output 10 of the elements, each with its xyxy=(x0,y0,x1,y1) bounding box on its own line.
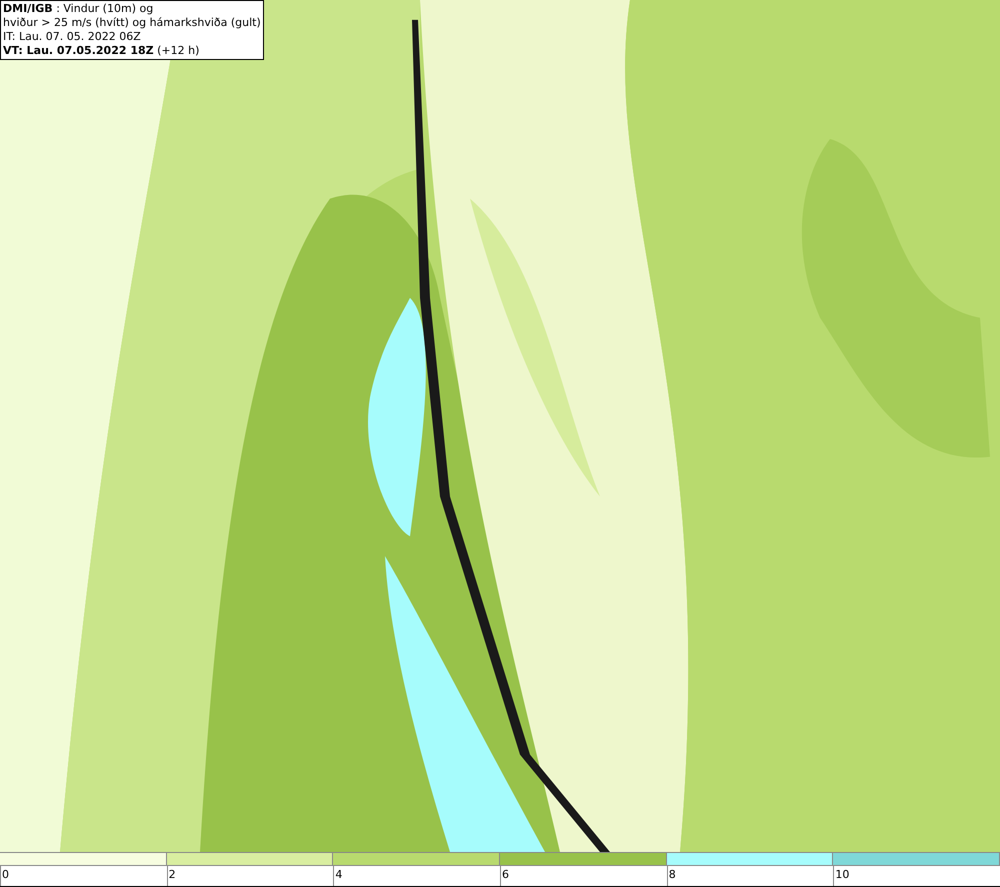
legend-label: 2 xyxy=(168,868,177,882)
info-text: hviður > 25 m/s (hvítt) og hámarkshviða (gult) xyxy=(3,16,261,30)
info-text: DMI/IGB : Vindur (10m) og xyxy=(3,2,154,16)
legend-label: 6 xyxy=(502,868,510,882)
legend-label: 8 xyxy=(668,868,677,882)
legend-label: 0 xyxy=(2,868,10,882)
info-text: IT: Lau. 07. 05. 2022 06Z xyxy=(3,30,142,44)
legend-label: 10 xyxy=(835,868,850,882)
legend-label: 4 xyxy=(335,868,344,882)
info-text: VT: Lau. 07.05.2022 18Z (+12 h) xyxy=(3,44,200,58)
